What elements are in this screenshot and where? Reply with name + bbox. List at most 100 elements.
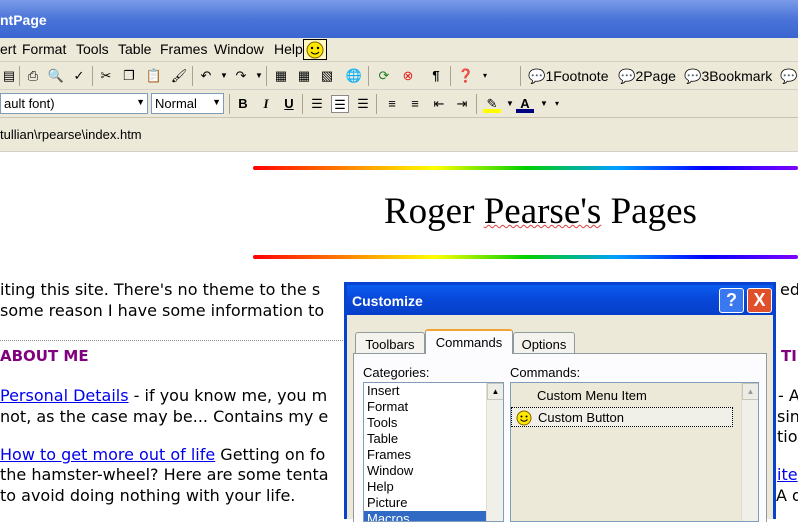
page-title-part1: Roger: [384, 191, 484, 232]
how-to-link[interactable]: How to get more out of life: [0, 445, 215, 464]
menu-window[interactable]: Window: [214, 41, 264, 57]
close-button[interactable]: X: [747, 288, 772, 313]
align-left-icon[interactable]: ☰: [308, 95, 326, 113]
dialog-title-bar: Customize: [347, 285, 773, 315]
list-item[interactable]: Picture: [364, 495, 503, 511]
list-item[interactable]: Table: [364, 431, 503, 447]
list-item[interactable]: Frames: [364, 447, 503, 463]
redo-icon[interactable]: ↷: [232, 67, 250, 85]
tab-commands[interactable]: Commands: [425, 329, 513, 354]
decrease-indent-icon[interactable]: ⇤: [430, 95, 448, 113]
stop-icon[interactable]: ⊗: [399, 67, 417, 85]
list-item-selected[interactable]: Macros: [364, 511, 503, 521]
format-painter-icon[interactable]: 🖌: [170, 67, 188, 85]
right-link-fragment[interactable]: ite: [777, 465, 798, 484]
align-right-icon[interactable]: ☰: [354, 95, 372, 113]
cut-icon[interactable]: ✂: [97, 67, 115, 85]
help-button[interactable]: ?: [719, 288, 744, 313]
insert-picture-icon[interactable]: ▧: [318, 67, 336, 85]
tab-toolbars[interactable]: Toolbars: [355, 332, 425, 354]
list-item[interactable]: Insert: [364, 383, 503, 399]
highlight-icon[interactable]: ✎: [483, 95, 501, 113]
bulleted-list-icon[interactable]: ≡: [406, 95, 424, 113]
style-select-value: Normal: [155, 96, 197, 111]
toolbar-options-icon[interactable]: ▾: [548, 95, 566, 113]
command-label: Custom Menu Item: [537, 388, 647, 403]
hyperlink-icon[interactable]: 🌐: [345, 67, 363, 85]
intro-line-1: iting this site. There's no theme to the…: [0, 280, 321, 299]
list-item[interactable]: Help: [364, 479, 503, 495]
menu-help[interactable]: Help: [274, 41, 303, 57]
toolbar-separator: [368, 66, 369, 86]
font-select[interactable]: ault font) ▼: [0, 93, 148, 114]
menu-tools[interactable]: Tools: [76, 41, 109, 57]
footnote-button[interactable]: 💬1Footnote: [528, 68, 609, 85]
rainbow-divider: [253, 166, 798, 170]
customize-dialog: Customize ? X Toolbars Options Commands …: [344, 282, 776, 522]
toolbar-separator: [192, 66, 193, 86]
speech-bubble-icon[interactable]: 💬: [780, 68, 797, 85]
style-select[interactable]: Normal ▼: [151, 93, 224, 114]
standard-toolbar: ▤ ⎙ 🔍 ✓ ✂ ❐ 📋 🖌 ↶ ▼ ↷ ▼ ▦ ▦ ▧ 🌐 ⟳ ⊗ ¶ ❓ …: [0, 62, 798, 90]
font-color-icon[interactable]: A: [516, 95, 534, 113]
how-to-text: Getting on fo: [215, 445, 326, 464]
font-select-value: ault font): [4, 96, 55, 111]
page-button[interactable]: 💬2Page: [618, 68, 676, 85]
bookmark-button[interactable]: 💬3Bookmark: [684, 68, 772, 85]
menu-insert[interactable]: ert: [0, 41, 16, 57]
right-fragment-tio: tio: [777, 427, 798, 446]
scroll-up-icon[interactable]: ▲: [487, 383, 503, 400]
commands-scrollbar[interactable]: ▲: [741, 383, 758, 521]
bookmark-label: 3Bookmark: [701, 68, 773, 84]
right-fragment-q: A q: [776, 486, 798, 505]
categories-list[interactable]: Insert Format Tools Table Frames Window …: [363, 382, 504, 522]
tab-options[interactable]: Options: [513, 332, 575, 354]
increase-indent-icon[interactable]: ⇥: [453, 95, 471, 113]
undo-dropdown-icon[interactable]: ▼: [215, 67, 233, 85]
bold-icon[interactable]: B: [234, 95, 252, 113]
personal-details-link[interactable]: Personal Details: [0, 386, 129, 405]
spelling-icon[interactable]: ✓: [70, 67, 88, 85]
show-all-icon[interactable]: ¶: [427, 67, 445, 85]
rainbow-divider: [253, 255, 798, 259]
numbered-list-icon[interactable]: ≡: [383, 95, 401, 113]
copy-icon[interactable]: ❐: [120, 67, 138, 85]
toolbar-separator: [376, 94, 377, 114]
italic-icon[interactable]: I: [257, 95, 275, 113]
command-custom-button[interactable]: Custom Button: [511, 407, 733, 427]
categories-scrollbar[interactable]: ▲: [486, 383, 503, 521]
refresh-icon[interactable]: ⟳: [375, 67, 393, 85]
command-custom-menu-item[interactable]: Custom Menu Item: [511, 386, 733, 406]
insert-table-icon[interactable]: ▦: [295, 67, 313, 85]
help-icon[interactable]: ❓: [457, 67, 475, 85]
command-label: Custom Button: [538, 410, 624, 425]
list-item[interactable]: Tools: [364, 415, 503, 431]
commands-list[interactable]: Custom Menu Item Custom Button ▲: [510, 382, 759, 522]
menu-table[interactable]: Table: [118, 41, 151, 57]
toolbar-separator: [92, 66, 93, 86]
scroll-up-icon[interactable]: ▲: [742, 383, 758, 400]
toolbar-options-icon[interactable]: ▾: [476, 67, 494, 85]
menu-frames[interactable]: Frames: [160, 41, 207, 57]
custom-smiley-menu-button[interactable]: [303, 39, 327, 60]
underline-icon[interactable]: U: [280, 95, 298, 113]
how-to-line: How to get more out of life Getting on f…: [0, 445, 325, 464]
chevron-down-icon: ▼: [136, 97, 145, 107]
paste-icon[interactable]: 📋: [145, 67, 163, 85]
print-preview-icon[interactable]: 🔍: [47, 67, 65, 85]
print-icon[interactable]: ⎙: [24, 67, 42, 85]
list-item[interactable]: Window: [364, 463, 503, 479]
align-center-icon[interactable]: ☰: [331, 95, 349, 113]
undo-icon[interactable]: ↶: [197, 67, 215, 85]
dialog-title: Customize: [352, 293, 423, 309]
about-me-heading: ABOUT ME: [0, 347, 89, 365]
save-icon[interactable]: ▤: [0, 67, 18, 85]
list-item[interactable]: Format: [364, 399, 503, 415]
menu-format[interactable]: Format: [22, 41, 66, 57]
footnote-label: 1Footnote: [545, 68, 609, 84]
smiley-icon: [516, 410, 532, 426]
page-title-part2: Pages: [601, 191, 697, 232]
page-title-word: Pearse's: [483, 191, 602, 232]
insert-component-icon[interactable]: ▦: [272, 67, 290, 85]
commands-label: Commands:: [510, 365, 581, 380]
